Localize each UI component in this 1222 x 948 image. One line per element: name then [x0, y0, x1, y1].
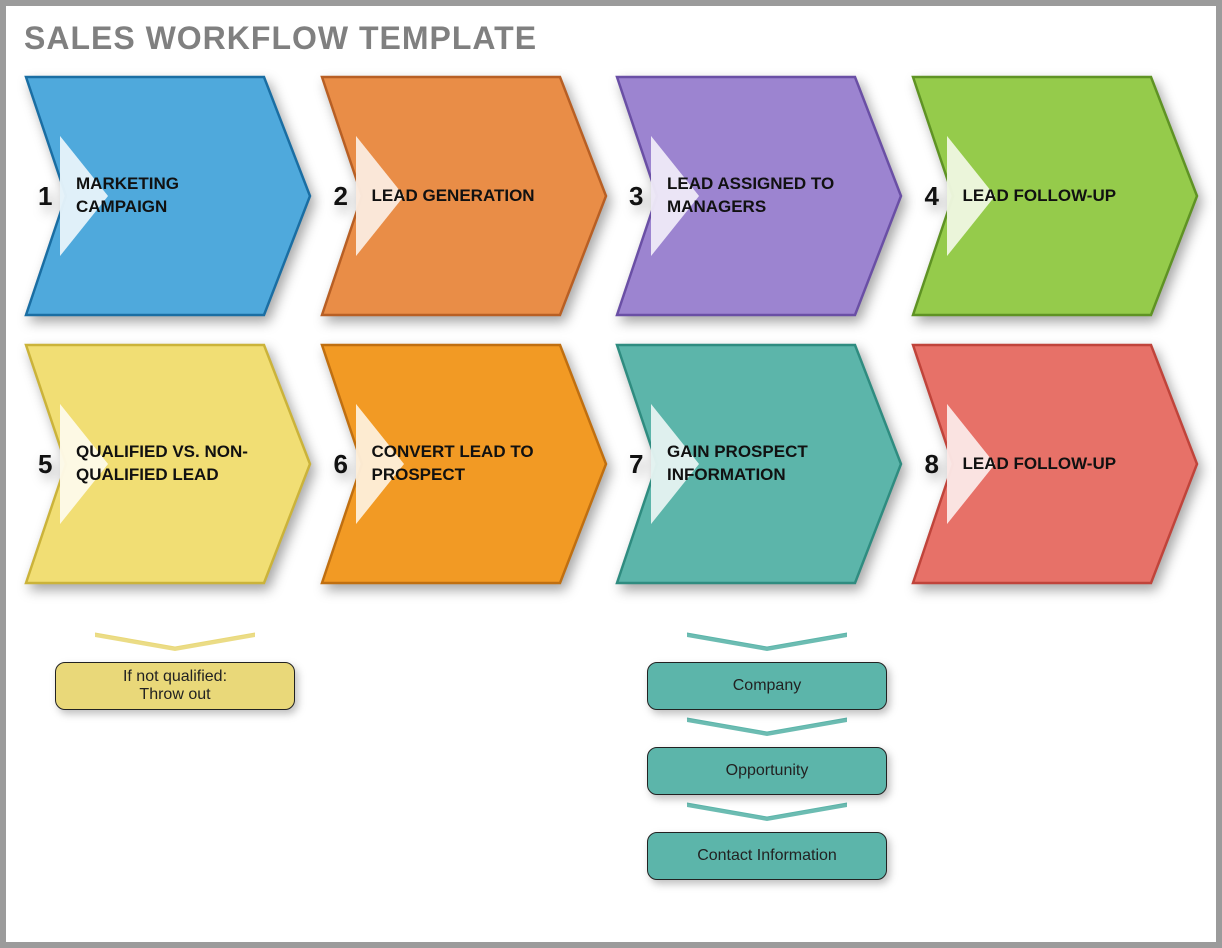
sub-qualified-pill-1: If not qualified: Throw out [55, 662, 295, 710]
workflow-row-1: 1 MARKETING CAMPAIGN 2 LEAD GENERATION [24, 75, 1198, 317]
page-title: SALES WORKFLOW TEMPLATE [24, 20, 1198, 57]
workflow-step-3: 3 LEAD ASSIGNED TO MANAGERS [615, 75, 903, 317]
sub-qualified-column: If not qualified: Throw out [40, 631, 310, 710]
step-number: 8 [925, 449, 945, 480]
workflow-step-8: 8 LEAD FOLLOW-UP [911, 343, 1199, 585]
sub-prospect-pill-2: Opportunity [647, 747, 887, 795]
workflow-step-5: 5 QUALIFIED VS. NON-QUALIFIED LEAD [24, 343, 312, 585]
workflow-step-1: 1 MARKETING CAMPAIGN [24, 75, 312, 317]
workflow-step-7: 7 GAIN PROSPECT INFORMATION [615, 343, 903, 585]
step-label: LEAD ASSIGNED TO MANAGERS [667, 173, 847, 219]
workflow-rows: 1 MARKETING CAMPAIGN 2 LEAD GENERATION [24, 75, 1198, 585]
sub-prospect-chevron-icon [677, 631, 857, 656]
step-number: 1 [38, 181, 58, 212]
step-label: LEAD FOLLOW-UP [963, 185, 1117, 208]
step-number: 6 [334, 449, 354, 480]
sub-prospect-pill-label: Opportunity [726, 762, 809, 780]
step-label: MARKETING CAMPAIGN [76, 173, 256, 219]
diagram-frame: SALES WORKFLOW TEMPLATE 1 MARKETING CAMP… [0, 0, 1222, 948]
workflow-step-2: 2 LEAD GENERATION [320, 75, 608, 317]
step-number: 7 [629, 449, 649, 480]
sub-prospect-column: Company Opportunity Contact Information [632, 631, 902, 880]
step-number: 2 [334, 181, 354, 212]
step-label: LEAD GENERATION [372, 185, 535, 208]
sub-prospect-pill-label: Contact Information [697, 847, 837, 865]
step-label: GAIN PROSPECT INFORMATION [667, 441, 847, 487]
workflow-step-6: 6 CONVERT LEAD TO PROSPECT [320, 343, 608, 585]
workflow-step-4: 4 LEAD FOLLOW-UP [911, 75, 1199, 317]
sub-qualified-chevron-icon [85, 631, 265, 656]
step-number: 4 [925, 181, 945, 212]
sub-prospect-pill-1: Company [647, 662, 887, 710]
step-label: LEAD FOLLOW-UP [963, 453, 1117, 476]
step-number: 3 [629, 181, 649, 212]
sub-qualified-pill-label: If not qualified: Throw out [123, 668, 227, 704]
sub-prospect-chevron-icon [677, 716, 857, 741]
workflow-row-2: 5 QUALIFIED VS. NON-QUALIFIED LEAD 6 CON… [24, 343, 1198, 585]
sub-prospect-pill-label: Company [733, 677, 801, 695]
step-label: QUALIFIED VS. NON-QUALIFIED LEAD [76, 441, 256, 487]
step-number: 5 [38, 449, 58, 480]
sub-prospect-chevron-icon [677, 801, 857, 826]
step-label: CONVERT LEAD TO PROSPECT [372, 441, 552, 487]
sub-prospect-pill-3: Contact Information [647, 832, 887, 880]
